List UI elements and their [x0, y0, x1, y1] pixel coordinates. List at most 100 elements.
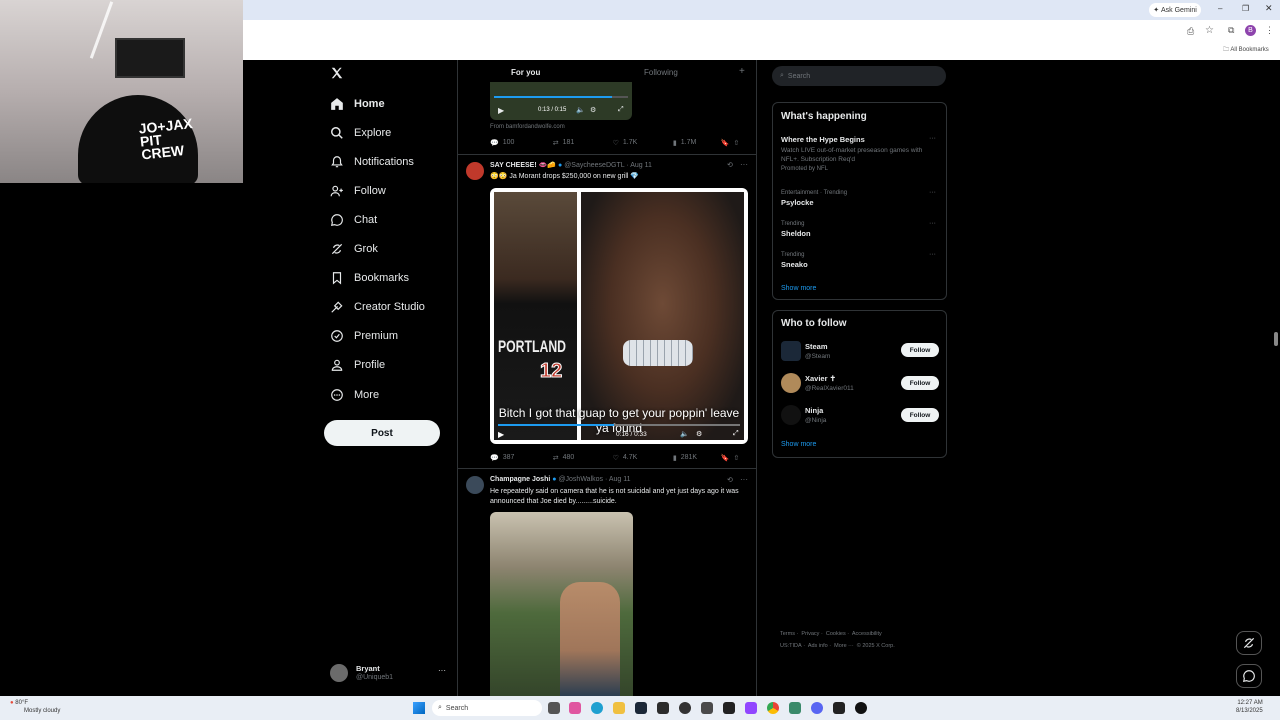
footer-link[interactable]: More ··· — [834, 643, 854, 649]
grok-tweet-icon[interactable]: ⟲ — [727, 476, 733, 484]
fullscreen-icon[interactable]: ⤢ — [618, 106, 624, 114]
tab-for-you[interactable]: For you — [511, 68, 540, 77]
account-switcher[interactable]: Bryant @Uniqueb1 ··· — [328, 662, 450, 686]
author-name[interactable]: Champagne Joshi — [490, 476, 550, 483]
app-icon[interactable] — [855, 702, 867, 714]
share-icon[interactable]: ⇧ — [733, 454, 739, 462]
grok-tweet-icon[interactable]: ⟲ — [727, 161, 733, 169]
account-name[interactable]: Steam — [805, 342, 828, 351]
settings-icon[interactable]: ⚙ — [696, 430, 702, 438]
footer-link[interactable]: Ads info — [808, 643, 828, 649]
bookmark-icon[interactable]: 🔖 — [721, 139, 730, 147]
settings-icon[interactable]: ⚙ — [590, 106, 596, 114]
star-icon[interactable]: ☆ — [1205, 25, 1214, 36]
author-handle[interactable]: @SaycheeseDGTL — [564, 162, 624, 169]
app-icon[interactable] — [679, 702, 691, 714]
tweet-more-icon[interactable]: ··· — [740, 475, 748, 484]
trend-item[interactable]: Entertainment · Trending Psylocke — [781, 190, 847, 207]
nav-profile[interactable]: Profile — [330, 353, 385, 377]
messages-float-button[interactable] — [1236, 664, 1262, 688]
avatar[interactable] — [466, 162, 484, 180]
trend-more-icon[interactable]: ··· — [929, 135, 936, 142]
account-name[interactable]: Xavier ✝ — [805, 374, 836, 383]
nav-notifications[interactable]: Notifications — [330, 150, 414, 174]
footer-link[interactable]: US:TIDA — [780, 643, 802, 649]
link-source[interactable]: From bamfordandwolfe.com — [490, 124, 565, 130]
more-dots-icon[interactable]: ··· — [438, 666, 446, 675]
minimize-button[interactable]: – — [1218, 4, 1222, 13]
follow-button[interactable]: Follow — [901, 408, 939, 422]
fullscreen-icon[interactable]: ⤢ — [733, 430, 739, 438]
app-icon[interactable] — [569, 702, 581, 714]
play-icon[interactable]: ▶ — [498, 106, 504, 115]
footer-link[interactable]: Terms — [780, 631, 795, 637]
views-icon[interactable]: ▮ — [673, 454, 677, 462]
tweet-date[interactable]: · Aug 11 — [626, 162, 652, 169]
browser-profile-avatar[interactable]: B — [1245, 25, 1256, 36]
follow-button[interactable]: Follow — [901, 343, 939, 357]
app-icon[interactable] — [657, 702, 669, 714]
video-progress-bar[interactable] — [498, 424, 740, 426]
app-icon[interactable] — [723, 702, 735, 714]
app-icon[interactable] — [745, 702, 757, 714]
nav-follow[interactable]: Follow — [330, 179, 386, 203]
like-icon[interactable]: ♡ — [613, 454, 619, 462]
author-name[interactable]: SAY CHEESE! 👄🧀 — [490, 162, 556, 169]
tweet-image[interactable] — [490, 512, 633, 696]
avatar[interactable] — [781, 341, 801, 361]
trend-more-icon[interactable]: ··· — [929, 189, 936, 196]
tweet-date[interactable]: · Aug 11 — [605, 476, 631, 483]
steam-icon[interactable] — [635, 702, 647, 714]
explorer-icon[interactable] — [613, 702, 625, 714]
nav-explore[interactable]: Explore — [330, 121, 391, 145]
trend-item[interactable]: Trending Sheldon — [781, 221, 811, 238]
close-window-button[interactable]: ✕ — [1265, 3, 1273, 14]
views-icon[interactable]: ▮ — [673, 139, 677, 147]
app-icon[interactable] — [833, 702, 845, 714]
add-tab-icon[interactable]: + — [739, 66, 745, 77]
tweet-more-icon[interactable]: ··· — [740, 160, 748, 169]
footer-link[interactable]: Accessibility — [852, 631, 882, 637]
taskbar-search[interactable]: ⌕ Search — [432, 700, 542, 716]
share-icon[interactable]: ⇧ — [733, 139, 739, 147]
restore-button[interactable]: ❐ — [1242, 4, 1249, 13]
reply-icon[interactable]: 💬 — [490, 454, 499, 462]
bookmark-icon[interactable]: 🔖 — [721, 454, 730, 462]
footer-link[interactable]: Cookies — [826, 631, 846, 637]
windows-start-icon[interactable] — [413, 702, 425, 714]
nav-premium[interactable]: Premium — [330, 324, 398, 348]
trend-item[interactable]: Trending Sneako — [781, 252, 808, 269]
follow-button[interactable]: Follow — [901, 376, 939, 390]
avatar[interactable] — [466, 476, 484, 494]
nav-creator-studio[interactable]: Creator Studio — [330, 295, 425, 319]
show-more-link[interactable]: Show more — [781, 441, 816, 448]
search-input[interactable]: ⌕ Search — [772, 66, 946, 86]
repost-icon[interactable]: ⇄ — [553, 454, 559, 462]
nav-more[interactable]: More — [330, 383, 379, 407]
avatar[interactable] — [781, 373, 801, 393]
install-icon[interactable]: ⎙ — [1187, 26, 1194, 37]
show-more-link[interactable]: Show more — [781, 285, 816, 292]
grok-float-button[interactable] — [1236, 631, 1262, 655]
taskview-icon[interactable] — [548, 702, 560, 714]
browser-menu-icon[interactable]: ⋮ — [1265, 25, 1274, 36]
chrome-icon[interactable] — [767, 702, 779, 714]
avatar[interactable] — [781, 405, 801, 425]
extensions-icon[interactable]: ⧉ — [1228, 25, 1234, 36]
app-icon[interactable] — [811, 702, 823, 714]
ask-gemini-button[interactable]: ✦ Ask Gemini — [1149, 3, 1201, 17]
volume-icon[interactable]: 🔈 — [576, 106, 585, 114]
trend-more-icon[interactable]: ··· — [929, 220, 936, 227]
clock[interactable]: 12:27 AM 8/13/2025 — [1236, 699, 1263, 715]
trend-more-icon[interactable]: ··· — [929, 251, 936, 258]
x-logo-icon[interactable] — [330, 66, 344, 82]
author-handle[interactable]: @JoshWalkos — [558, 476, 603, 483]
all-bookmarks[interactable]: 🗀 All Bookmarks — [1223, 45, 1269, 55]
volume-icon[interactable]: 🔈 — [680, 430, 689, 438]
nav-home[interactable]: Home — [330, 92, 385, 116]
footer-link[interactable]: Privacy — [801, 631, 819, 637]
app-icon[interactable] — [789, 702, 801, 714]
trend-item[interactable]: Where the Hype Begins Watch LIVE out-of-… — [781, 135, 941, 172]
edge-icon[interactable] — [591, 702, 603, 714]
like-icon[interactable]: ♡ — [613, 139, 619, 147]
